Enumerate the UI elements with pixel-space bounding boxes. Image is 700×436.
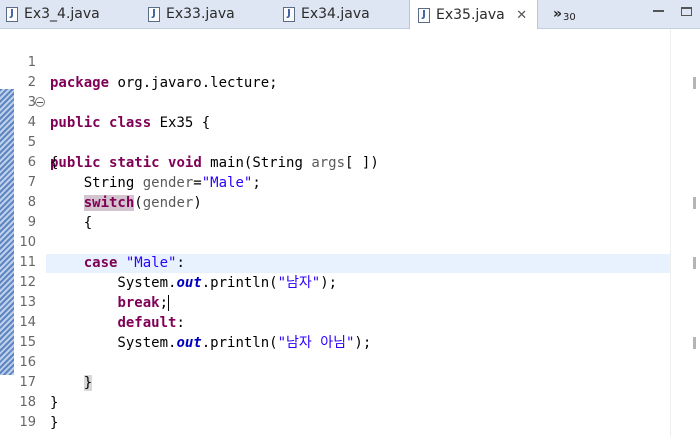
chevron-double-right-icon: » — [553, 6, 562, 22]
code-line: 8 { — [0, 173, 670, 231]
code-line-current: 12 break; — [0, 253, 670, 311]
tab-ex34[interactable]: J Ex34.java — [283, 0, 370, 28]
code-line: 19 — [0, 393, 670, 430]
tab-overflow-button[interactable]: » 30 — [553, 0, 576, 28]
overview-marker[interactable] — [693, 337, 696, 349]
hidden-tab-count: 30 — [563, 11, 576, 23]
code-line: 10 case "Male": — [0, 213, 670, 271]
java-file-icon: J — [283, 6, 295, 22]
code-line: 16 } — [0, 333, 670, 391]
tab-label: Ex34.java — [301, 6, 370, 22]
java-file-icon: J — [418, 7, 430, 23]
code-line: 15 — [0, 313, 670, 350]
code-line: 6 String gender="Male"; — [0, 133, 670, 191]
code-line: 14 System.out.println("남자 아님"); — [0, 293, 670, 351]
editor-tab-bar: J Ex3_4.java J Ex33.java J Ex34.java J E… — [0, 0, 700, 30]
java-file-icon: J — [148, 6, 160, 22]
code-line: 18 } — [0, 373, 670, 431]
code-line: 7 switch(gender) — [0, 153, 670, 211]
maximize-icon[interactable] — [679, 4, 693, 18]
code-line: 5 { — [0, 113, 670, 171]
tab-ex35[interactable]: J Ex35.java ✕ — [409, 0, 538, 30]
tab-ex3-4[interactable]: J Ex3_4.java — [6, 0, 100, 28]
tab-label: Ex33.java — [166, 6, 235, 22]
code-editor[interactable]: 1 package org.javaro.lecture; 2 3 public… — [0, 29, 700, 436]
overview-marker[interactable] — [693, 197, 696, 209]
fold-collapse-icon[interactable] — [35, 97, 45, 107]
code-line: 3 public class Ex35 { — [0, 73, 670, 131]
minimize-icon[interactable] — [651, 4, 665, 18]
code-line: 11 System.out.println("남자"); — [0, 233, 670, 291]
overview-ruler[interactable] — [670, 29, 700, 436]
tab-label: Ex3_4.java — [24, 6, 100, 22]
tab-label: Ex35.java — [436, 7, 505, 23]
code-line: 1 package org.javaro.lecture; — [0, 33, 670, 91]
tab-ex33[interactable]: J Ex33.java — [148, 0, 235, 28]
code-line: 4 public static void main(String args[ ]… — [0, 93, 670, 171]
code-line: 17 } — [0, 353, 670, 411]
code-line: 2 — [0, 53, 670, 90]
java-file-icon: J — [6, 6, 18, 22]
code-line: 13 default: — [0, 273, 670, 331]
line-number: 19 — [19, 415, 36, 430]
code-line: 9 — [0, 193, 670, 230]
overview-marker[interactable] — [693, 77, 696, 89]
overview-marker[interactable] — [693, 257, 696, 269]
close-icon[interactable]: ✕ — [515, 8, 529, 23]
